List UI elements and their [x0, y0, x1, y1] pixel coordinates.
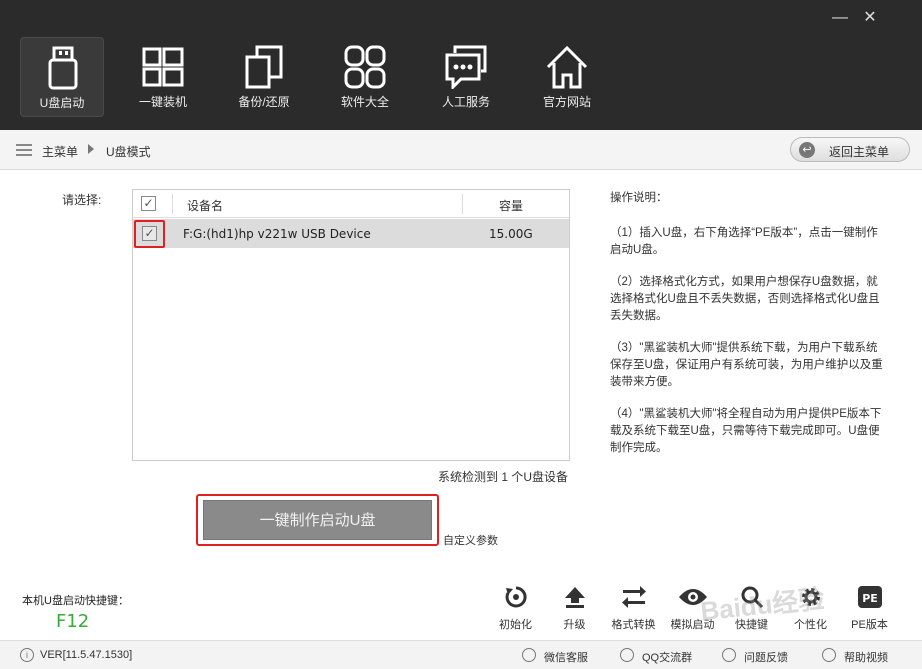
main-nav: U盘启动 一键装机 备份/还原 软件大全 人工服务 官方网站: [20, 37, 626, 117]
hotkey-label: 本机U盘启动快捷键：: [22, 595, 129, 607]
menu-icon: [16, 144, 32, 156]
nav-label: U盘启动: [39, 96, 85, 110]
back-button-label: 返回主菜单: [829, 145, 890, 159]
detect-status-text: 系统检测到 1 个U盘设备: [438, 470, 569, 484]
breadcrumb-current: U盘模式: [106, 145, 151, 159]
column-header-capacity: 容量: [499, 199, 524, 213]
svg-text:PE: PE: [862, 592, 878, 605]
nav-label: 软件大全: [340, 95, 389, 109]
make-boot-usb-button[interactable]: 一键制作启动U盘: [203, 500, 432, 540]
tool-label: 升级: [563, 619, 586, 631]
tool-pe-version[interactable]: PE PE版本: [840, 584, 899, 634]
status-bar: i VER[11.5.47.1530] 微信客服 QQ交流群 问题反馈 帮助视频: [0, 640, 922, 669]
nav-item-usb-boot[interactable]: U盘启动: [20, 37, 104, 117]
table-header: ✓ 设备名 容量: [133, 190, 569, 218]
upgrade-icon: [564, 587, 585, 608]
help-video-icon: [822, 648, 836, 662]
chat-icon: [445, 45, 487, 89]
tool-label: 初始化: [499, 619, 532, 631]
instructions-title: 操作说明：: [610, 192, 668, 204]
back-arrow-icon: ↩: [799, 142, 815, 158]
tool-upgrade[interactable]: 升级: [545, 584, 604, 634]
feedback-icon: [722, 648, 736, 662]
nav-item-backup-restore[interactable]: 备份/还原: [222, 37, 306, 117]
back-to-main-menu-button[interactable]: ↩ 返回主菜单: [790, 137, 910, 162]
hotkey-value: F12: [56, 611, 90, 632]
home-icon: [546, 45, 588, 89]
wechat-icon: [522, 648, 536, 662]
nav-item-manual-service[interactable]: 人工服务: [424, 37, 508, 117]
column-divider: [462, 194, 463, 214]
tool-label: PE版本: [851, 619, 888, 631]
table-row[interactable]: ✓ F:G:(hd1)hp v221w USB Device 15.00G: [133, 219, 569, 248]
instruction-step: （4）"黑鲨装机大师"将全程自动为用户提供PE版本下载及系统下载至U盘，只需等待…: [610, 408, 882, 454]
breadcrumb: 主菜单 U盘模式: [0, 130, 922, 170]
device-name-cell: F:G:(hd1)hp v221w USB Device: [183, 227, 371, 241]
device-table: ✓ 设备名 容量 ✓ F:G:(hd1)hp v221w USB Device …: [132, 189, 570, 461]
tool-format-convert[interactable]: 格式转换: [604, 584, 663, 634]
column-divider: [172, 194, 173, 214]
instructions-panel: 操作说明： （1）插入U盘，右下角选择“PE版本”，点击一键制作启动U盘。 （2…: [610, 190, 885, 472]
top-bar: — ✕ U盘启动 一键装机 备份/还原 软件大全 人工服务 官方网站: [0, 0, 922, 130]
nav-label: 人工服务: [441, 95, 490, 109]
windows-icon: [142, 47, 184, 87]
breadcrumb-arrow-icon: [88, 144, 94, 154]
breadcrumb-home[interactable]: 主菜单: [42, 143, 78, 160]
tool-label: 格式转换: [611, 619, 656, 631]
nav-item-software[interactable]: 软件大全: [323, 37, 407, 117]
nav-label: 一键装机: [138, 95, 187, 109]
usb-drive-icon: [48, 46, 78, 90]
nav-label: 备份/还原: [238, 95, 290, 109]
convert-icon: [621, 586, 646, 608]
toolbar: 初始化 升级 格式转换 模拟启动 快捷键 个性化 PE PE版本: [486, 584, 899, 634]
instruction-step: （3）"黑鲨装机大师"提供系统下载，为用户下载系统保存至U盘，保证用户有系统可装…: [610, 342, 883, 388]
pe-icon: PE: [857, 586, 882, 608]
select-all-checkbox[interactable]: ✓: [141, 196, 156, 211]
version-text: VER[11.5.47.1530]: [40, 649, 133, 661]
tool-reset[interactable]: 初始化: [486, 584, 545, 634]
backup-icon: [245, 45, 283, 89]
instruction-step: （1）插入U盘，右下角选择“PE版本”，点击一键制作启动U盘。: [610, 227, 878, 256]
reset-icon: [505, 586, 527, 608]
custom-params-link[interactable]: 自定义参数: [443, 532, 498, 548]
instruction-step: （2）选择格式化方式，如果用户想保存U盘数据，就选择格式化U盘且不丢失数据，否则…: [610, 276, 880, 322]
version-icon: i: [20, 648, 34, 662]
nav-item-official-site[interactable]: 官方网站: [525, 37, 609, 117]
highlight-box: [134, 220, 165, 248]
device-capacity-cell: 15.00G: [489, 227, 533, 241]
apps-grid-icon: [344, 45, 386, 89]
close-button[interactable]: ✕: [858, 8, 882, 28]
column-header-device-name: 设备名: [187, 199, 224, 213]
qq-icon: [620, 648, 634, 662]
highlight-box: 一键制作启动U盘: [196, 494, 439, 546]
nav-item-one-click-install[interactable]: 一键装机: [121, 37, 205, 117]
minimize-button[interactable]: —: [828, 8, 852, 28]
nav-label: 官方网站: [542, 95, 591, 109]
select-label: 请选择:: [62, 193, 102, 207]
